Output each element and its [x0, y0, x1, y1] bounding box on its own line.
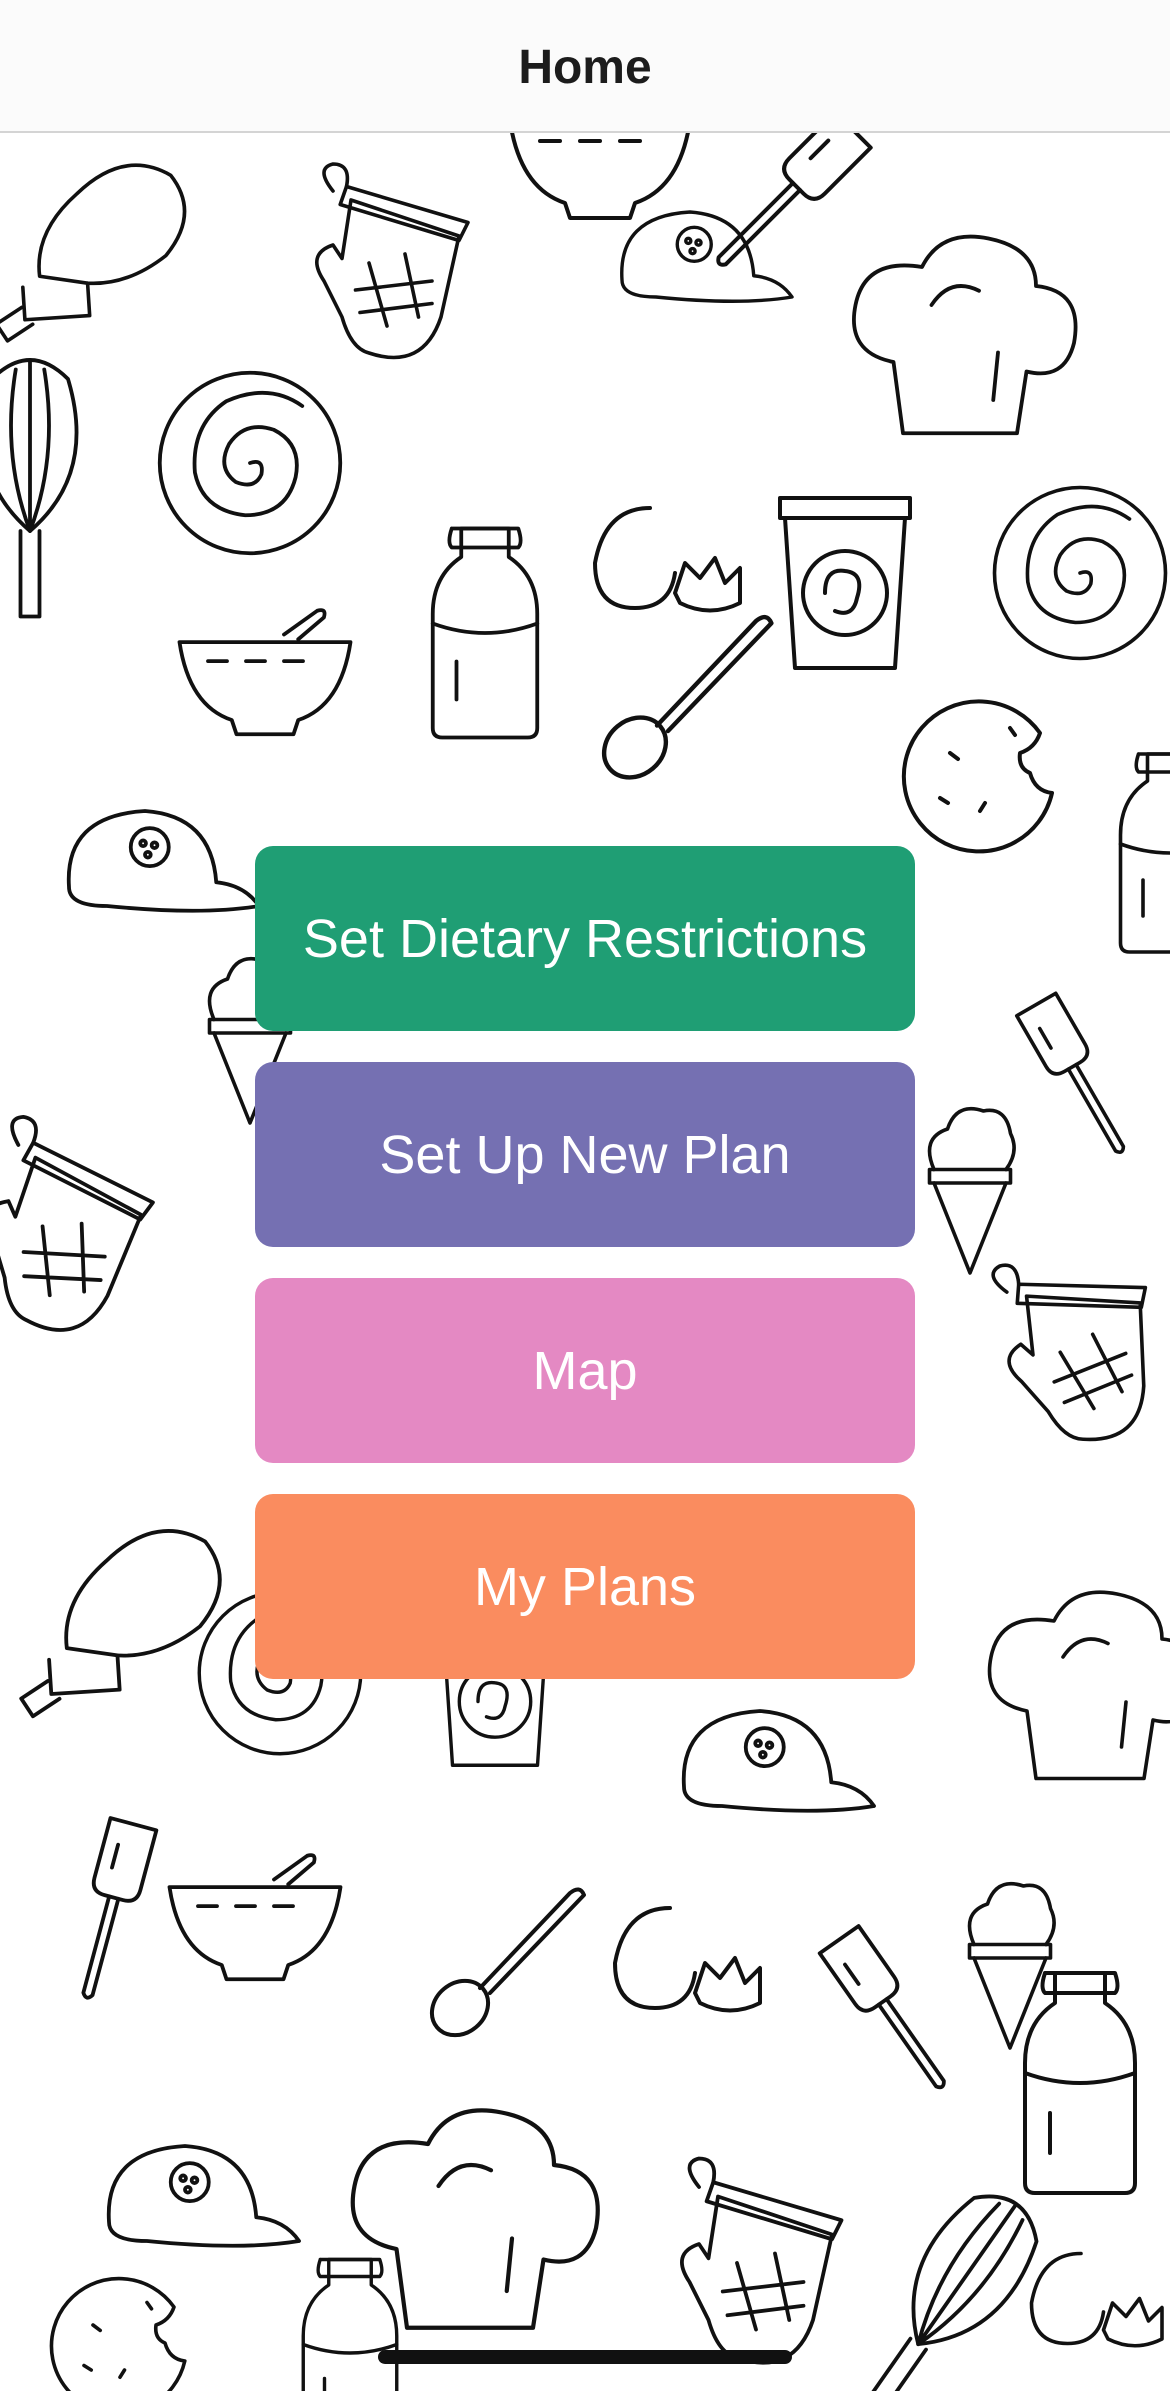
- home-indicator[interactable]: [378, 2350, 792, 2364]
- set-dietary-restrictions-button[interactable]: Set Dietary Restrictions: [255, 846, 915, 1031]
- set-up-new-plan-button[interactable]: Set Up New Plan: [255, 1062, 915, 1247]
- main-menu: Set Dietary Restrictions Set Up New Plan…: [255, 846, 915, 1679]
- my-plans-button[interactable]: My Plans: [255, 1494, 915, 1679]
- map-button[interactable]: Map: [255, 1278, 915, 1463]
- page-title: Home: [518, 41, 652, 94]
- navigation-bar: Home: [0, 0, 1170, 133]
